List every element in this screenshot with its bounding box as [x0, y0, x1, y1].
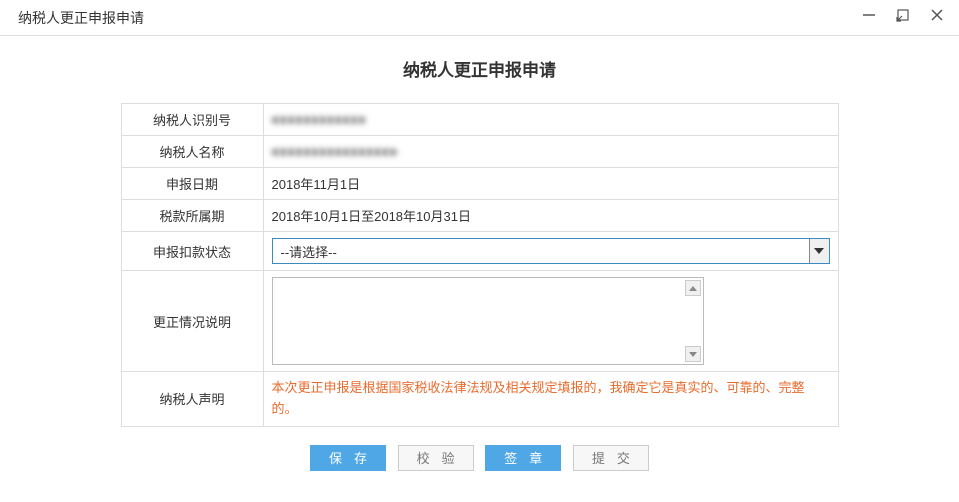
correction-desc-textarea[interactable]: [272, 277, 704, 365]
content-area: 纳税人更正申报申请 纳税人识别号 ■■■■■■■■■■■■ 纳税人名称 ■■■■…: [0, 36, 959, 471]
window-title: 纳税人更正申报申请: [18, 8, 144, 28]
declaration-text: 本次更正申报是根据国家税收法律法规及相关规定填报的，我确定它是真实的、可靠的、完…: [263, 372, 838, 427]
titlebar: 纳税人更正申报申请: [0, 0, 959, 36]
taxpayer-name-label: 纳税人名称: [121, 136, 263, 168]
deduction-status-select[interactable]: --请选择--: [272, 238, 830, 264]
tax-period-value: 2018年10月1日至2018年10月31日: [263, 200, 838, 232]
taxpayer-id-value: ■■■■■■■■■■■■: [263, 104, 838, 136]
tax-period-label: 税款所属期: [121, 200, 263, 232]
page-title: 纳税人更正申报申请: [0, 56, 959, 81]
form-table: 纳税人识别号 ■■■■■■■■■■■■ 纳税人名称 ■■■■■■■■■■■■■■…: [121, 103, 839, 427]
deduction-status-selected: --请选择--: [273, 242, 809, 261]
maximize-icon[interactable]: [893, 8, 913, 27]
correction-desc-label: 更正情况说明: [121, 271, 263, 372]
deduction-status-label: 申报扣款状态: [121, 232, 263, 271]
taxpayer-name-value: ■■■■■■■■■■■■■■■■: [263, 136, 838, 168]
sign-button[interactable]: 签章: [485, 445, 561, 471]
declare-date-value: 2018年11月1日: [263, 168, 838, 200]
minimize-icon[interactable]: [859, 8, 879, 27]
save-button[interactable]: 保存: [310, 445, 386, 471]
button-row: 保存 校验 签章 提交: [0, 445, 959, 471]
declaration-label: 纳税人声明: [121, 372, 263, 427]
taxpayer-id-label: 纳税人识别号: [121, 104, 263, 136]
scroll-down-icon[interactable]: [685, 346, 701, 362]
close-icon[interactable]: [927, 8, 947, 27]
window-controls: [859, 8, 947, 27]
submit-button[interactable]: 提交: [573, 445, 649, 471]
verify-button[interactable]: 校验: [398, 445, 474, 471]
scroll-up-icon[interactable]: [685, 280, 701, 296]
chevron-down-icon[interactable]: [809, 239, 829, 263]
declare-date-label: 申报日期: [121, 168, 263, 200]
